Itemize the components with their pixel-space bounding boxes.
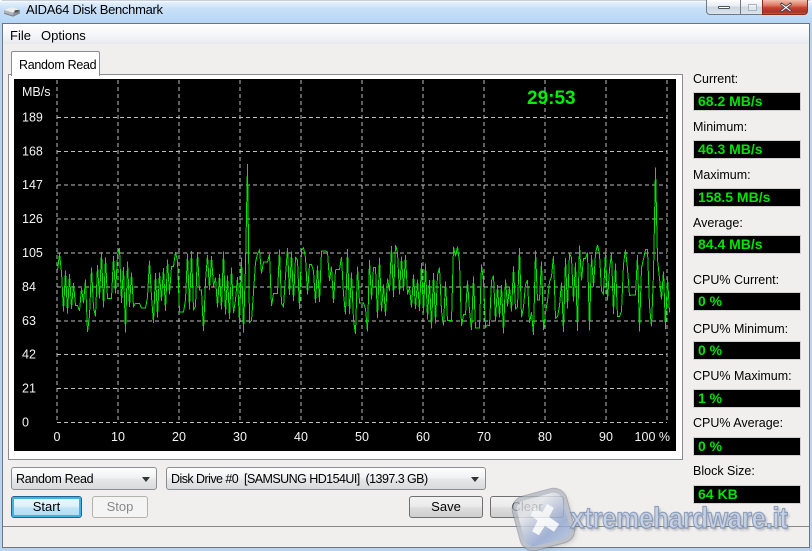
svg-text:21: 21 xyxy=(22,382,36,396)
svg-text:29:53: 29:53 xyxy=(527,88,576,109)
svg-text:126: 126 xyxy=(22,212,43,226)
svg-text:MB/s: MB/s xyxy=(22,85,50,99)
svg-text:0: 0 xyxy=(22,416,29,430)
svg-text:30: 30 xyxy=(233,430,247,444)
svg-text:168: 168 xyxy=(22,144,43,158)
svg-text:90: 90 xyxy=(599,430,613,444)
svg-text:0: 0 xyxy=(54,430,61,444)
svg-text:50: 50 xyxy=(355,430,369,444)
svg-text:42: 42 xyxy=(22,348,36,362)
svg-text:84: 84 xyxy=(22,280,36,294)
svg-text:80: 80 xyxy=(538,430,552,444)
svg-text:105: 105 xyxy=(22,246,43,260)
svg-text:100 %: 100 % xyxy=(635,430,670,444)
svg-text:63: 63 xyxy=(22,314,36,328)
svg-text:10: 10 xyxy=(111,430,125,444)
svg-text:189: 189 xyxy=(22,110,43,124)
svg-text:70: 70 xyxy=(477,430,491,444)
svg-text:60: 60 xyxy=(416,430,430,444)
svg-text:147: 147 xyxy=(22,178,43,192)
svg-text:40: 40 xyxy=(294,430,308,444)
svg-text:20: 20 xyxy=(172,430,186,444)
